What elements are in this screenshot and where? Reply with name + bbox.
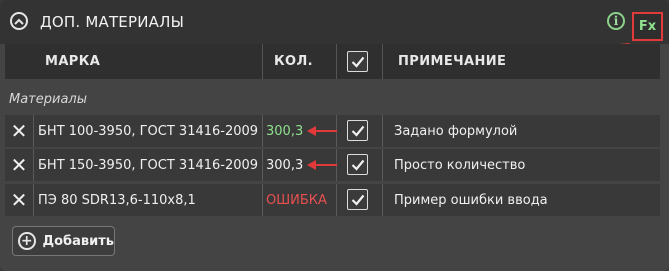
- delete-row-button[interactable]: ✕: [5, 115, 33, 147]
- qty-cell-formula[interactable]: 300,3: [266, 115, 303, 147]
- add-button-label: Добавить: [42, 233, 114, 249]
- section-label: Материалы: [9, 92, 87, 107]
- info-button[interactable]: i: [607, 12, 625, 30]
- checkbox-checked-icon: [351, 159, 364, 171]
- additional-materials-panel: ДОП. МАТЕРИАЛЫ i Fx МАРКА КОЛ. ПРИМЕЧАНИ…: [0, 0, 669, 271]
- cell-divider: [336, 184, 337, 216]
- column-divider: [382, 44, 383, 79]
- checkbox-checked-icon: [351, 194, 364, 206]
- close-icon: ✕: [10, 153, 28, 177]
- annotation-arrow-icon: [307, 126, 337, 136]
- cell-divider: [262, 184, 263, 216]
- checkbox-checked-icon: [351, 125, 364, 137]
- panel-header: ДОП. МАТЕРИАЛЫ i Fx: [0, 0, 669, 44]
- close-icon: ✕: [10, 119, 28, 143]
- formula-label: Fx: [638, 19, 657, 34]
- chevron-up-icon: [14, 18, 24, 25]
- select-all-checkbox[interactable]: [347, 51, 368, 72]
- column-divider: [336, 44, 337, 79]
- column-header-note[interactable]: ПРИМЕЧАНИЕ: [398, 44, 506, 79]
- plus-circle-icon: +: [18, 232, 36, 250]
- cell-divider: [382, 184, 383, 216]
- row-checkbox[interactable]: [347, 120, 368, 141]
- collapse-button[interactable]: [10, 12, 28, 30]
- annotation-arrow-icon: [307, 160, 337, 170]
- row-checkbox[interactable]: [347, 189, 368, 210]
- note-cell[interactable]: Пример ошибки ввода: [394, 184, 548, 216]
- cell-divider: [33, 184, 34, 216]
- formula-button[interactable]: Fx: [632, 12, 663, 41]
- cell-divider: [262, 149, 263, 181]
- mark-cell[interactable]: БНТ 100-3950, ГОСТ 31416-2009: [38, 115, 258, 147]
- panel-title: ДОП. МАТЕРИАЛЫ: [40, 13, 185, 31]
- mark-cell[interactable]: ПЭ 80 SDR13,6-110х8,1: [38, 184, 196, 216]
- checkbox-checked-icon: [351, 56, 364, 68]
- row-checkbox[interactable]: [347, 154, 368, 175]
- cell-divider: [382, 115, 383, 147]
- column-header-qty[interactable]: КОЛ.: [274, 44, 313, 79]
- delete-row-button[interactable]: ✕: [5, 149, 33, 181]
- cell-divider: [33, 149, 34, 181]
- cell-divider: [382, 149, 383, 181]
- note-cell[interactable]: Задано формулой: [394, 115, 517, 147]
- column-divider: [262, 44, 263, 79]
- cell-divider: [33, 115, 34, 147]
- column-header-mark[interactable]: МАРКА: [45, 44, 100, 79]
- note-cell[interactable]: Просто количество: [394, 149, 525, 181]
- table-row: ✕ ПЭ 80 SDR13,6-110х8,1 ОШИБКА Пример ош…: [5, 184, 660, 216]
- qty-cell[interactable]: 300,3: [266, 149, 303, 181]
- table-header: МАРКА КОЛ. ПРИМЕЧАНИЕ: [5, 44, 660, 79]
- mark-cell[interactable]: БНТ 150-3950, ГОСТ 31416-2009: [38, 149, 258, 181]
- cell-divider: [262, 115, 263, 147]
- add-button[interactable]: + Добавить: [12, 226, 115, 256]
- info-icon: i: [613, 14, 619, 28]
- close-icon: ✕: [10, 188, 28, 212]
- qty-cell-error[interactable]: ОШИБКА: [266, 184, 327, 216]
- delete-row-button[interactable]: ✕: [5, 184, 33, 216]
